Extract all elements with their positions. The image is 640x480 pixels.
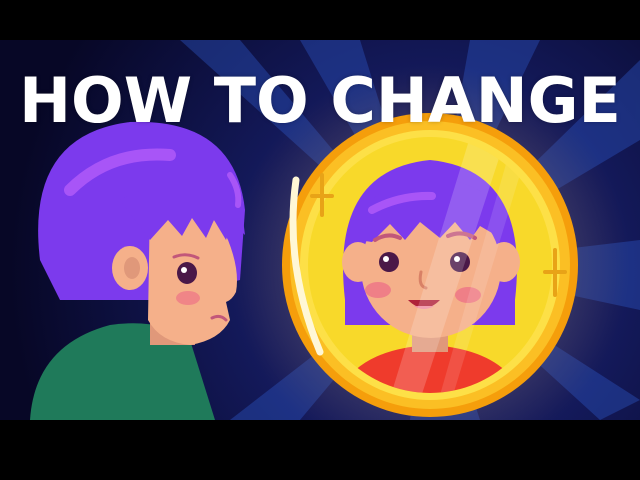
letterbox-bottom — [0, 420, 640, 480]
letterbox-top — [0, 0, 640, 40]
headline-title: HOW TO CHANGE — [19, 64, 621, 137]
thumbnail-frame: HOW TO CHANGE — [0, 0, 640, 480]
